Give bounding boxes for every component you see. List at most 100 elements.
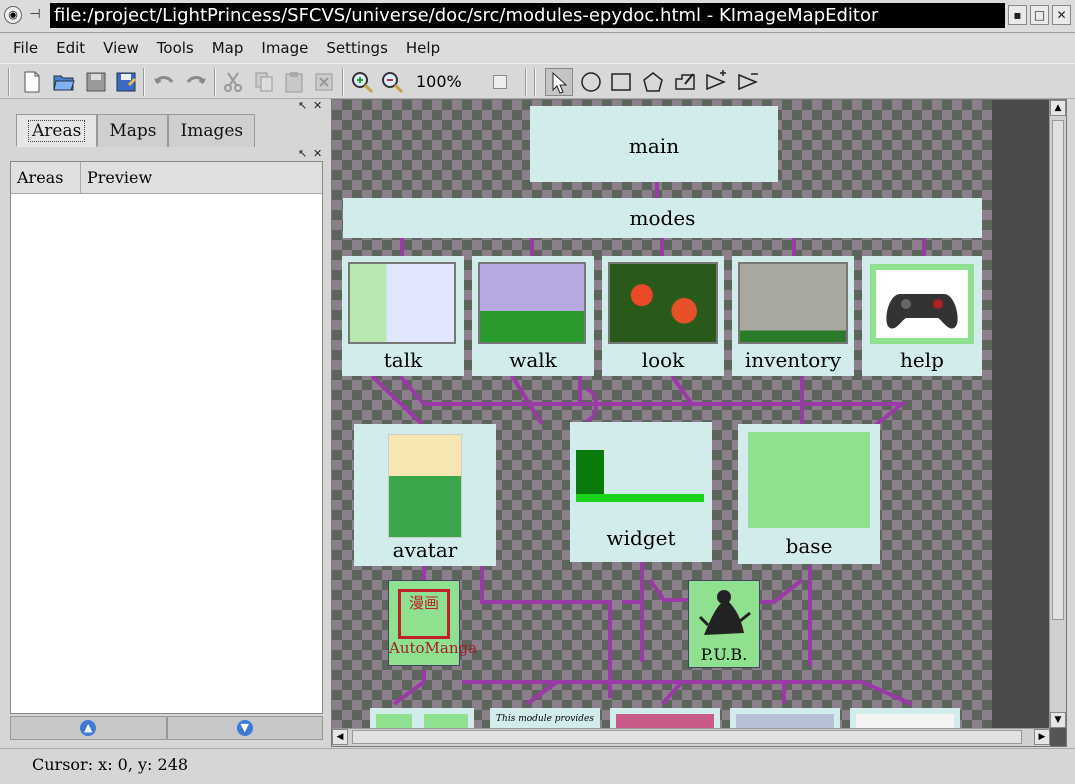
node-help[interactable]: help [862,256,982,376]
menu-settings[interactable]: Settings [317,39,397,57]
node-inventory-label: inventory [744,348,842,372]
zoom-out-icon[interactable] [378,68,406,96]
walk-thumbnail [478,262,586,344]
inventory-thumbnail [738,262,848,344]
look-thumbnail [608,262,718,344]
title-bar: ◉ ⊣ file:/project/LightPrincess/SFCVS/un… [0,0,1075,33]
status-bar: Cursor: x: 0, y: 248 [0,748,1075,784]
window-menu-icon[interactable]: ◉ [4,6,22,24]
scroll-down-icon[interactable]: ▼ [1050,712,1066,728]
column-areas[interactable]: Areas [11,162,81,193]
select-icon[interactable] [545,68,573,96]
tab-areas[interactable]: Areas [16,114,98,147]
node-lower-1[interactable] [370,708,474,728]
menu-file[interactable]: File [4,39,47,57]
new-icon[interactable] [18,68,46,96]
window-title: file:/project/LightPrincess/SFCVS/univer… [50,3,1005,28]
node-lower-5[interactable] [850,708,960,728]
scroll-up-icon[interactable]: ▲ [1050,100,1066,116]
node-main[interactable]: main [530,106,778,182]
toolbar-handle[interactable] [8,68,10,96]
areas-list[interactable]: Areas Preview [10,161,323,714]
panel-float-icon[interactable]: ↖ [298,147,307,160]
dock-close-icon[interactable]: ✕ [313,99,322,112]
menu-view[interactable]: View [94,39,148,57]
scroll-left-icon[interactable]: ◀ [332,729,348,745]
rectangle-icon[interactable] [607,68,635,96]
menu-tools[interactable]: Tools [148,39,203,57]
freehand-icon[interactable] [671,68,699,96]
tab-images[interactable]: Images [168,114,256,147]
circle-icon[interactable] [577,68,605,96]
base-thumbnail [748,432,870,528]
remove-point-icon[interactable] [734,68,762,96]
menu-edit[interactable]: Edit [47,39,94,57]
cut-icon[interactable] [219,68,247,96]
column-preview[interactable]: Preview [81,162,322,193]
node-help-label: help [900,348,944,372]
add-point-icon[interactable] [702,68,730,96]
node-walk[interactable]: walk [472,256,594,376]
node-widget-label: widget [606,526,676,550]
dock-float-icon[interactable]: ↖ [298,99,307,112]
node-lower-3[interactable] [610,708,720,728]
vertical-scrollbar[interactable]: ▲ ▼ [1049,100,1066,728]
tab-areas-label: Areas [28,120,86,142]
image-view[interactable]: main modes talk walk look inventory help [331,99,1067,747]
node-look[interactable]: look [602,256,724,376]
logo-pub[interactable]: P.U.B. [688,580,760,668]
save-as-icon[interactable] [112,68,140,96]
node-inventory[interactable]: inventory [732,256,854,376]
zoom-dropdown[interactable] [493,75,507,89]
arrow-up-icon: ▲ [80,720,97,736]
scroll-right-icon[interactable]: ▶ [1034,729,1050,745]
menu-bar: File Edit View Tools Map Image Settings … [0,34,1075,62]
save-icon[interactable] [82,68,110,96]
close-icon[interactable]: ✕ [1052,5,1071,25]
menu-map[interactable]: Map [203,39,253,57]
maximize-icon[interactable]: □ [1030,5,1049,25]
cursor-position: Cursor: x: 0, y: 248 [32,755,189,774]
node-talk[interactable]: talk [342,256,464,376]
logo-pub-label: P.U.B. [700,645,748,664]
arrow-down-icon: ▼ [236,720,253,736]
pub-illustration [698,590,751,635]
node-look-label: look [641,348,685,372]
undo-icon[interactable] [150,68,178,96]
node-lower-4[interactable] [730,708,840,728]
node-avatar[interactable]: avatar [354,424,496,566]
node-walk-label: walk [509,348,557,372]
minimize-icon[interactable]: ▪ [1008,5,1027,25]
logo-automanga-label: AutoManga [389,639,478,657]
copy-icon[interactable] [250,68,278,96]
move-up-button[interactable]: ▲ [10,716,167,740]
help-thumbnail [870,264,974,344]
logo-automanga[interactable]: 漫画 AutoManga [388,580,478,666]
horizontal-scrollbar[interactable]: ◀ ▶ [332,728,1050,746]
areas-list-header: Areas Preview [11,162,322,194]
node-widget[interactable]: widget [570,422,712,562]
node-talk-label: talk [383,348,423,372]
redo-icon[interactable] [182,68,210,96]
image-canvas[interactable]: main modes talk walk look inventory help [332,100,992,728]
polygon-icon[interactable] [639,68,667,96]
open-icon[interactable] [50,68,78,96]
menu-help[interactable]: Help [397,39,449,57]
node-main-label: main [628,134,680,158]
tab-maps[interactable]: Maps [97,114,169,147]
widget-thumbnail [576,450,604,496]
delete-icon[interactable] [310,68,338,96]
move-down-button[interactable]: ▼ [166,716,323,740]
node-modes[interactable]: modes [343,198,982,238]
node-base-label: base [785,534,833,558]
pin-icon[interactable]: ⊣ [25,6,45,24]
gamepad-icon [886,294,958,329]
panel-close-icon[interactable]: ✕ [313,147,322,160]
horizontal-scroll-thumb[interactable] [352,730,1022,744]
menu-image[interactable]: Image [252,39,317,57]
node-lower-2[interactable]: This module provides [490,708,600,728]
node-base[interactable]: base [738,424,880,564]
vertical-scroll-thumb[interactable] [1052,120,1064,620]
paste-icon[interactable] [280,68,308,96]
zoom-in-icon[interactable] [348,68,376,96]
